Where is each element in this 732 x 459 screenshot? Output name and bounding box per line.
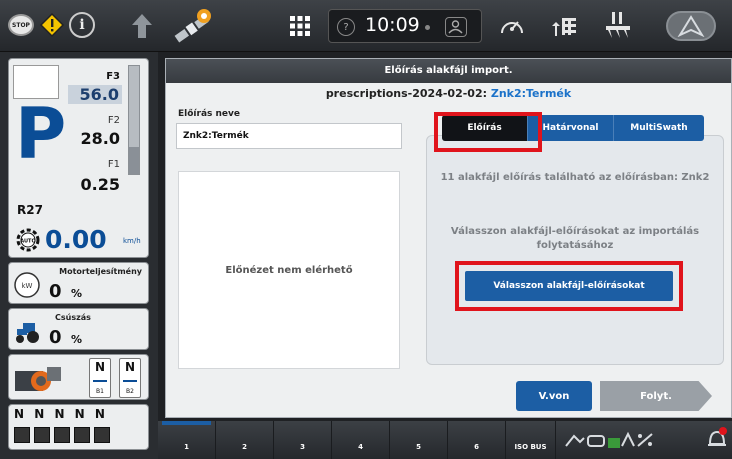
subtitle-link[interactable]: Znk2:Termék	[491, 87, 571, 100]
bottom-tab-5[interactable]: 5	[390, 421, 448, 459]
status-icons	[565, 431, 653, 448]
speed-value: 0.00	[45, 225, 107, 254]
wheel-slip-title: Csúszás	[55, 313, 91, 322]
gear-letter: P	[15, 93, 67, 175]
engine-power-title: Motorteljesítmény	[59, 267, 142, 276]
gauge-icon[interactable]	[498, 13, 526, 39]
neutral-b2-box: N B2	[119, 358, 141, 398]
left-status-panel: P F3 56.0 F2 28.0 F1 0.25 R27 AUTO 0.00 …	[0, 52, 158, 459]
svg-text:kW: kW	[22, 282, 33, 290]
f3-value: 56.0	[68, 85, 122, 104]
found-shapefiles-text: 11 alakfájl előírás található az előírás…	[440, 172, 710, 183]
engine-power-unit: %	[71, 287, 83, 300]
satellite-icon[interactable]	[170, 6, 216, 46]
speed-unit: km/h	[123, 237, 141, 245]
valve-1-icon	[14, 427, 30, 443]
valve-5-icon	[94, 427, 110, 443]
speed-row: AUTO 0.00 km/h	[15, 225, 145, 255]
select-shapefiles-button[interactable]: Válasszon alakfájl-előírásokat	[465, 271, 673, 301]
clock-widget[interactable]: ? 10:09	[328, 9, 482, 43]
pto-neutral-card[interactable]: N B1 N B2	[8, 354, 149, 400]
dialog-title: Előírás alakfájl import.	[166, 59, 731, 83]
bottom-tab-6[interactable]: 6	[448, 421, 506, 459]
top-status-bar: STOP i ? 10:09	[0, 0, 732, 52]
bottom-tab-1[interactable]: 1	[158, 421, 216, 459]
f1-label: F1	[107, 159, 120, 170]
svg-text:AUTO: AUTO	[20, 239, 35, 245]
engine-power-icon: kW	[13, 271, 41, 299]
f2-label: F2	[107, 115, 120, 126]
tab-multiswath[interactable]: MultiSwath	[614, 115, 704, 141]
instruction-text: Válasszon alakfájl-előírásokat az import…	[450, 226, 700, 251]
info-icon[interactable]: i	[69, 12, 95, 38]
f1-value: 0.25	[80, 175, 120, 194]
auto-gear-icon: AUTO	[15, 227, 41, 253]
help-icon[interactable]: ?	[337, 18, 355, 36]
engine-power-card[interactable]: kW Motorteljesítmény 0 %	[8, 262, 149, 304]
prescription-import-dialog: Előírás alakfájl import. prescriptions-2…	[165, 58, 732, 418]
transmission-card[interactable]: P F3 56.0 F2 28.0 F1 0.25 R27 AUTO 0.00 …	[8, 58, 149, 258]
user-icon[interactable]	[445, 17, 467, 37]
valve-4-icon	[74, 427, 90, 443]
bottom-tab-4[interactable]: 4	[332, 421, 390, 459]
warning-icon[interactable]	[39, 12, 65, 38]
bottom-tab-3[interactable]: 3	[274, 421, 332, 459]
neutral-b2-line	[123, 380, 137, 382]
next-button[interactable]: Folyt.	[600, 381, 712, 411]
separator-dot	[425, 25, 430, 30]
neutral-b2-label: B2	[126, 388, 134, 395]
gear-level-fill	[129, 147, 139, 174]
neutral-b1-label: B1	[96, 388, 104, 395]
wheel-slip-value: 0	[49, 327, 62, 348]
row-control-icon[interactable]	[550, 12, 578, 40]
tractor-slip-icon	[13, 317, 41, 345]
prescription-name-field[interactable]: Znk2:Termék	[176, 123, 402, 149]
neutral-b1-line	[93, 380, 107, 382]
engine-power-value: 0	[49, 281, 62, 302]
screen: { "topbar": { "stop_label": "STOP", "tim…	[0, 0, 732, 459]
notification-bell-icon[interactable]	[706, 426, 728, 452]
dialog-subtitle: prescriptions-2024-02-02: Znk2:Termék	[166, 87, 731, 100]
preview-text: Előnézet nem elérhető	[225, 264, 353, 276]
auto-steer-icon[interactable]	[666, 11, 716, 41]
gear-level-bar	[128, 65, 140, 175]
preview-area: Előnézet nem elérhető	[178, 171, 400, 369]
valves-card[interactable]: N N N N N	[8, 404, 149, 450]
hydraulics-icon	[13, 361, 69, 395]
back-button[interactable]: V.von	[516, 381, 592, 411]
valve-2-icon	[34, 427, 50, 443]
f2-value: 28.0	[80, 129, 120, 148]
valve-3-icon	[54, 427, 70, 443]
valves-states: N N N N N	[14, 407, 108, 421]
implement-icon[interactable]	[604, 10, 632, 40]
neutral-b2-state: N	[124, 360, 136, 374]
range-label: R27	[17, 203, 43, 217]
subtitle-prefix: prescriptions-2024-02-02:	[325, 87, 491, 100]
wheel-slip-card[interactable]: Csúszás 0 %	[8, 308, 149, 350]
neutral-b1-state: N	[94, 360, 106, 374]
neutral-b1-box: N B1	[89, 358, 111, 398]
status-icons-group[interactable]	[562, 428, 682, 452]
up-arrow-icon[interactable]	[130, 12, 154, 40]
wheel-slip-unit: %	[71, 333, 83, 346]
f3-label: F3	[106, 71, 120, 82]
stop-icon[interactable]: STOP	[8, 14, 34, 36]
prescription-name-label: Előírás neve	[178, 109, 240, 119]
apps-grid-icon[interactable]	[288, 14, 312, 38]
clock-time: 10:09	[365, 14, 420, 36]
highlight-tab-frame	[434, 112, 542, 152]
bottom-tab-isobus[interactable]: ISO BUS	[506, 421, 556, 459]
bottom-tab-2[interactable]: 2	[216, 421, 274, 459]
